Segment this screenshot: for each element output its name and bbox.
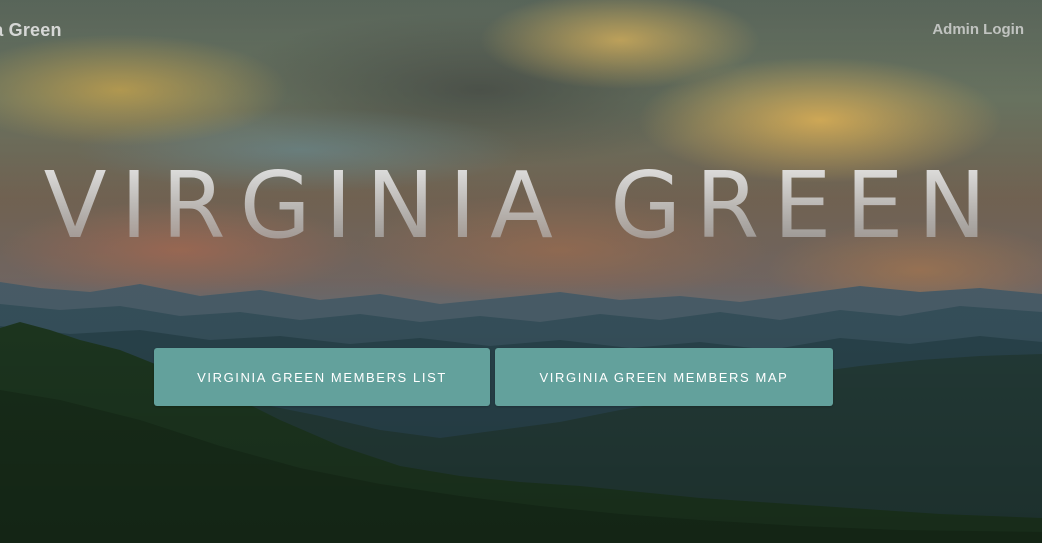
hero-background [0,0,1042,543]
site-brand-logo-text[interactable]: ia Green [0,20,62,41]
hero-dark-overlay [0,0,1042,543]
hero-title: VIRGINIA GREEN [0,160,1042,252]
admin-login-link[interactable]: Admin Login [932,21,1024,38]
members-list-button[interactable]: VIRGINIA GREEN MEMBERS LIST [154,348,490,406]
members-map-button[interactable]: VIRGINIA GREEN MEMBERS MAP [495,348,833,406]
